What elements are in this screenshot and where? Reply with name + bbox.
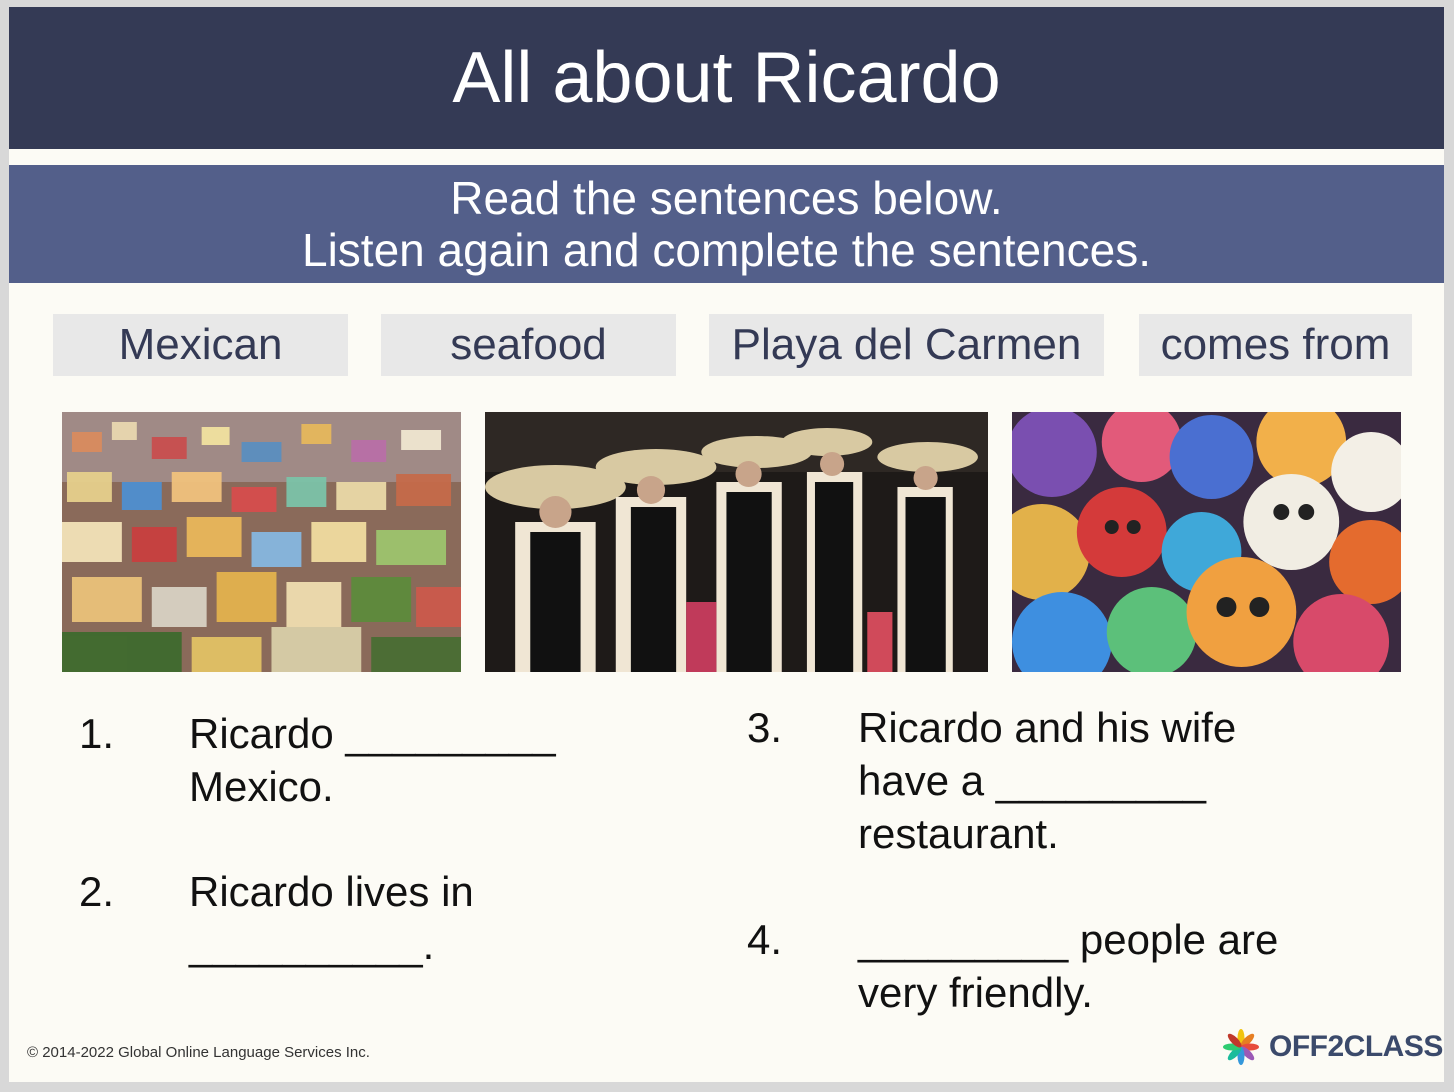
sentence-line: Ricardo _________ (189, 710, 556, 757)
sentence-4: 4. _________ people are very friendly. (747, 913, 1387, 1023)
sentence-number: 2. (79, 868, 115, 915)
colorful-town-photo (62, 412, 461, 672)
word-bank-item-playa-del-carmen: Playa del Carmen (709, 314, 1104, 376)
sentence-line: have a _________ (858, 757, 1206, 804)
sentence-line: __________. (189, 921, 435, 968)
off2class-logo: OFF2CLASS (1219, 1027, 1443, 1067)
instruction-line-1: Read the sentences below. (450, 172, 1003, 224)
page-title: All about Ricardo (452, 38, 1001, 118)
sentence-line: very friendly. (858, 969, 1093, 1016)
word-bank-item-comes-from: comes from (1139, 314, 1412, 376)
word-bank-item-mexican: Mexican (53, 314, 348, 376)
sugar-skulls-photo (1012, 412, 1401, 672)
sentence-1: 1. Ricardo _________ Mexico. (79, 707, 639, 817)
slide: All about Ricardo Read the sentences bel… (9, 7, 1444, 1082)
title-bar: All about Ricardo (9, 7, 1444, 149)
sentence-number: 3. (747, 704, 783, 751)
flower-icon (1223, 1029, 1259, 1065)
sentence-line: Mexico. (189, 763, 334, 810)
mariachi-dancers-photo (485, 412, 988, 672)
word-bank-item-seafood: seafood (381, 314, 676, 376)
logo-text: OFF2CLASS (1269, 1030, 1443, 1063)
sentence-3: 3. Ricardo and his wife have a _________… (747, 701, 1387, 861)
sentence-line: Ricardo and his wife (858, 704, 1237, 751)
copyright-footer: © 2014-2022 Global Online Language Servi… (27, 1044, 370, 1061)
instruction-bar: Read the sentences below. Listen again a… (9, 165, 1444, 283)
sentence-number: 4. (747, 916, 783, 963)
instruction-line-2: Listen again and complete the sentences. (301, 224, 1152, 276)
sentence-2: 2. Ricardo lives in __________. (79, 865, 639, 975)
sentence-line: restaurant. (858, 810, 1059, 857)
sentence-number: 1. (79, 710, 115, 757)
sentence-line: _________ people are (858, 916, 1279, 963)
sentence-line: Ricardo lives in (189, 868, 474, 915)
